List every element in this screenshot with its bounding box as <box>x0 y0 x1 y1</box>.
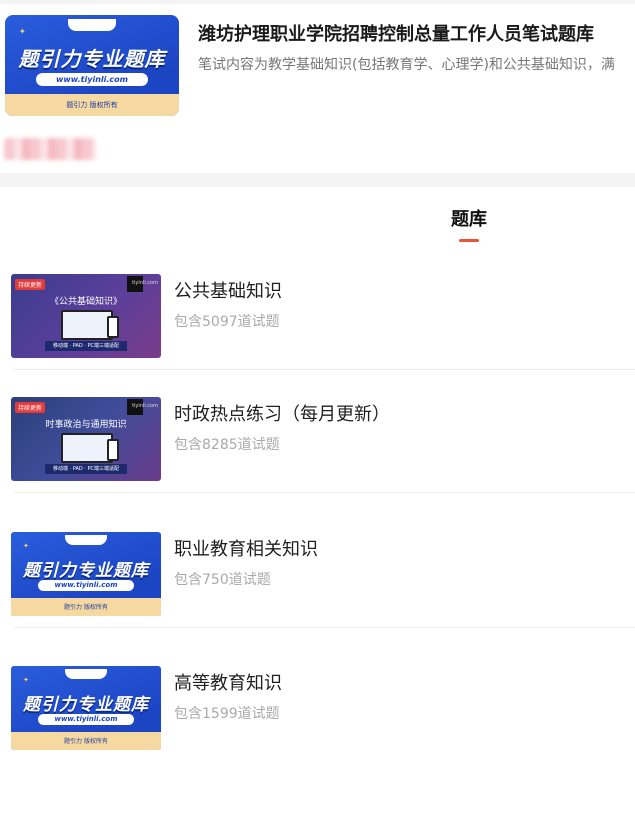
cover-title-text: 《公共基础知识》 <box>49 297 122 307</box>
cover-big-text: 题引力专业题库 <box>23 694 149 715</box>
product-description: 笔试内容为教学基础知识(包括教育学、心理学)和公共基础知识，满 <box>198 57 615 73</box>
item-cover-image: ✦ 题引力专业题库 www.tiyinli.com 题引力 版权所有 <box>11 532 161 616</box>
list-divider <box>14 369 635 370</box>
tab-label: 题库 <box>451 209 487 230</box>
item-question-count: 包含1599道试题 <box>174 706 280 722</box>
cover-bar-text: 移动端 · PAD · PC端三端适配 <box>45 464 127 474</box>
laptop-icon <box>61 310 113 340</box>
phone-icon <box>107 439 119 461</box>
cover-note-text: 题引力 版权所有 <box>64 603 108 611</box>
sparkle-icon: ✦ <box>23 542 29 550</box>
item-cover-image: ✦ 题引力专业题库 www.tiyinli.com 题引力 版权所有 <box>11 666 161 750</box>
sparkle-icon: ✦ <box>23 676 29 684</box>
item-title: 职业教育相关知识 <box>174 539 318 560</box>
cover-site-text: tiyinli.com <box>132 280 158 286</box>
brand-logo-icon <box>67 19 117 32</box>
cover-big-text: 题引力专业题库 <box>23 560 149 581</box>
item-question-count: 包含750道试题 <box>174 572 271 588</box>
list-divider <box>14 492 635 493</box>
item-title: 时政热点练习（每月更新） <box>174 404 390 425</box>
cover-note-text: 题引力 版权所有 <box>66 100 118 109</box>
item-cover-image: 持续更新 tiyinli.com 《公共基础知识》 移动端 · PAD · PC… <box>11 274 161 358</box>
cover-bar-text: 移动端 · PAD · PC端三端适配 <box>45 341 127 351</box>
item-question-count: 包含5097道试题 <box>174 314 280 330</box>
cover-url-text: www.tiyinli.com <box>38 713 134 725</box>
brand-logo-icon <box>65 669 107 680</box>
tab-question-bank[interactable]: 题库 <box>435 205 503 242</box>
cover-url-text: www.tiyinli.com <box>38 579 134 591</box>
sparkle-icon: ✦ <box>19 27 26 36</box>
phone-icon <box>107 316 119 338</box>
item-question-count: 包含8285道试题 <box>174 437 280 453</box>
list-divider <box>14 627 635 628</box>
section-divider <box>0 173 635 187</box>
cover-note-text: 题引力 版权所有 <box>64 737 108 745</box>
cover-site-text: tiyinli.com <box>132 403 158 409</box>
item-title: 高等教育知识 <box>174 673 282 694</box>
list-item[interactable]: 持续更新 tiyinli.com 时事政治与通用知识 移动端 · PAD · P… <box>0 383 635 493</box>
list-item[interactable]: ✦ 题引力专业题库 www.tiyinli.com 题引力 版权所有 高等教育知… <box>0 652 635 762</box>
cover-title-text: 时事政治与通用知识 <box>45 420 127 430</box>
laptop-icon <box>61 433 113 463</box>
product-title: 潍坊护理职业学院招聘控制总量工作人员笔试题库 <box>198 24 594 45</box>
cover-big-text: 题引力专业题库 <box>18 47 166 72</box>
tab-active-indicator <box>459 239 479 242</box>
cover-tag: 持续更新 <box>15 279 46 290</box>
cover-tag: 持续更新 <box>15 402 46 413</box>
list-item[interactable]: ✦ 题引力专业题库 www.tiyinli.com 题引力 版权所有 职业教育相… <box>0 518 635 628</box>
item-cover-image: 持续更新 tiyinli.com 时事政治与通用知识 移动端 · PAD · P… <box>11 397 161 481</box>
cover-url-text: www.tiyinli.com <box>36 72 148 86</box>
brand-logo-icon <box>65 535 107 546</box>
list-item[interactable]: 持续更新 tiyinli.com 《公共基础知识》 移动端 · PAD · PC… <box>0 260 635 370</box>
product-cover-image: ✦ 题引力专业题库 www.tiyinli.com 题引力 版权所有 <box>5 15 179 116</box>
item-title: 公共基础知识 <box>174 281 282 302</box>
blurred-username <box>4 138 96 160</box>
product-header[interactable]: ✦ 题引力专业题库 www.tiyinli.com 题引力 版权所有 潍坊护理职… <box>0 4 635 134</box>
